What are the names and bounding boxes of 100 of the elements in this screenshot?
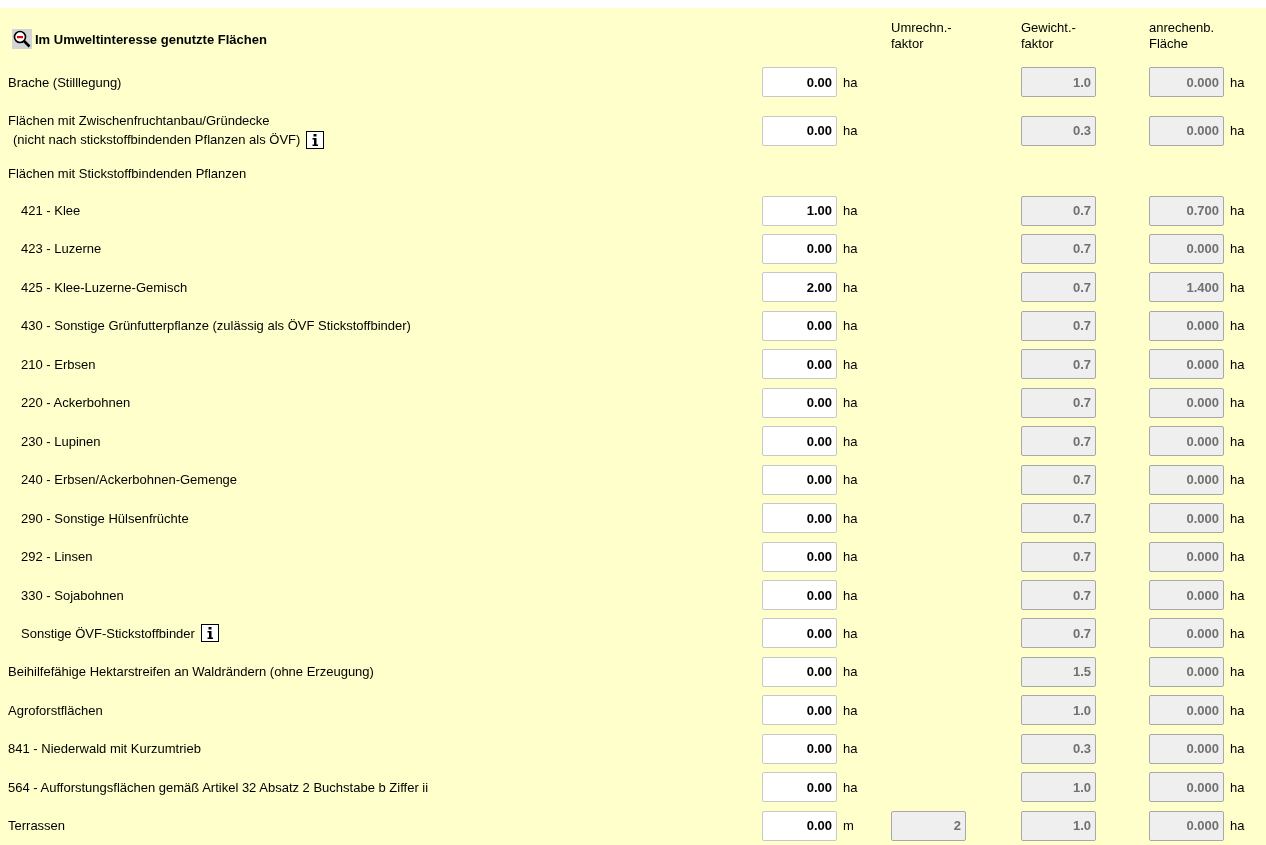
- input-field[interactable]: 0.00: [762, 618, 837, 649]
- weight-field[interactable]: 0.7: [1021, 541, 1096, 572]
- input-field[interactable]: 0.00: [762, 772, 837, 803]
- area-field[interactable]: 0.000: [1149, 349, 1224, 380]
- unit-label: ha: [842, 472, 859, 488]
- weight-field[interactable]: 0.7: [1021, 426, 1096, 457]
- input-field[interactable]: 0.00: [762, 810, 837, 841]
- unit-label: ha: [1229, 626, 1246, 641]
- unit-label: ha: [1229, 433, 1246, 449]
- unit-label: ha: [1229, 664, 1246, 680]
- area-field[interactable]: 0.000: [1149, 580, 1224, 611]
- area-field[interactable]: 0.000: [1149, 733, 1224, 764]
- area-field[interactable]: 0.000: [1149, 772, 1224, 803]
- row-label: 290 - Sonstige Hülsenfrüchte: [21, 510, 189, 526]
- unit-label: ha: [842, 74, 859, 90]
- weight-field[interactable]: 1.5: [1021, 656, 1096, 687]
- unit-label: ha: [842, 356, 859, 372]
- unit-label: ha: [1229, 123, 1246, 139]
- unit-label: ha: [842, 702, 859, 718]
- input-field[interactable]: 0.00: [762, 695, 837, 726]
- unit-label: ha: [1229, 741, 1246, 757]
- row-label: 841 - Niederwald mit Kurzumtrieb: [8, 741, 201, 757]
- unit-label: ha: [842, 318, 859, 334]
- input-field[interactable]: 0.00: [762, 580, 837, 611]
- unit-label: ha: [1229, 702, 1246, 718]
- input-field[interactable]: 0.00: [762, 464, 837, 495]
- weight-field[interactable]: 1.0: [1021, 772, 1096, 803]
- zoom-out-icon[interactable]: [12, 29, 32, 50]
- row-label: 425 - Klee-Luzerne-Gemisch: [21, 279, 188, 295]
- area-field[interactable]: 0.000: [1149, 464, 1224, 495]
- area-field[interactable]: 0.000: [1149, 67, 1224, 98]
- row-label: 292 - Linsen: [21, 549, 93, 565]
- row-label: Brache (Stilllegung): [8, 74, 122, 90]
- area-field[interactable]: 0.000: [1149, 426, 1224, 457]
- input-field[interactable]: 0.00: [762, 349, 837, 380]
- unit-label: ha: [1229, 356, 1246, 372]
- input-field[interactable]: 2.00: [762, 272, 837, 303]
- unit-label: ha: [842, 549, 859, 565]
- weight-field[interactable]: 0.7: [1021, 310, 1096, 341]
- input-field[interactable]: 0.00: [762, 541, 837, 572]
- input-field[interactable]: 0.00: [762, 233, 837, 264]
- weight-field[interactable]: 0.3: [1021, 115, 1096, 146]
- input-field[interactable]: 0.00: [762, 67, 837, 98]
- row-label: Terrassen: [8, 818, 66, 834]
- unit-label: ha: [1229, 241, 1246, 257]
- unit-label: ha: [1229, 74, 1246, 90]
- area-field[interactable]: 0.000: [1149, 541, 1224, 572]
- column-header: anrechenb. Fläche: [1149, 20, 1215, 51]
- unit-label: ha: [1229, 549, 1246, 565]
- weight-field[interactable]: 0.7: [1021, 464, 1096, 495]
- row-label: 330 - Sojabohnen: [21, 587, 124, 603]
- unit-label: ha: [842, 279, 859, 295]
- unit-label: ha: [1229, 395, 1246, 411]
- row-label: 430 - Sonstige Grünfutterpflanze (zulässig als ÖVF Stickstoffbinder): [21, 318, 411, 334]
- area-field[interactable]: 0.000: [1149, 656, 1224, 687]
- input-field[interactable]: 0.00: [762, 310, 837, 341]
- column-header: Umrechn.- faktor: [891, 20, 952, 51]
- weight-field[interactable]: 0.7: [1021, 580, 1096, 611]
- area-field[interactable]: 0.000: [1149, 695, 1224, 726]
- input-field[interactable]: 0.00: [762, 115, 837, 146]
- input-field[interactable]: 1.00: [762, 195, 837, 226]
- weight-field[interactable]: 0.3: [1021, 733, 1096, 764]
- unit-label: ha: [1229, 472, 1246, 488]
- row-label: 230 - Lupinen: [21, 433, 101, 449]
- input-field[interactable]: 0.00: [762, 733, 837, 764]
- area-field[interactable]: 0.000: [1149, 503, 1224, 534]
- unit-label: ha: [842, 241, 859, 257]
- conversion-field[interactable]: 2: [891, 810, 966, 841]
- row-label: 421 - Klee: [21, 203, 81, 218]
- weight-field[interactable]: 1.0: [1021, 810, 1096, 841]
- info-icon[interactable]: [306, 130, 325, 149]
- area-field[interactable]: 0.000: [1149, 310, 1224, 341]
- weight-field[interactable]: 0.7: [1021, 387, 1096, 418]
- unit-label: ha: [1229, 818, 1246, 834]
- area-field[interactable]: 0.000: [1149, 618, 1224, 649]
- area-field[interactable]: 0.000: [1149, 115, 1224, 146]
- weight-field[interactable]: 0.7: [1021, 503, 1096, 534]
- weight-field[interactable]: 0.7: [1021, 349, 1096, 380]
- info-icon[interactable]: [200, 624, 219, 643]
- input-field[interactable]: 0.00: [762, 387, 837, 418]
- input-field[interactable]: 0.00: [762, 426, 837, 457]
- weight-field[interactable]: 0.7: [1021, 618, 1096, 649]
- area-field[interactable]: 1.400: [1149, 272, 1224, 303]
- area-field[interactable]: 0.000: [1149, 810, 1224, 841]
- unit-label: ha: [842, 395, 859, 411]
- weight-field[interactable]: 0.7: [1021, 195, 1096, 226]
- input-field[interactable]: 0.00: [762, 503, 837, 534]
- row-label: Flächen mit Zwischenfruchtanbau/Gründecke: [8, 112, 270, 128]
- row-label: 564 - Aufforstungsflächen gemäß Artikel 32 Absatz 2 Buchstabe b Ziffer ii: [8, 779, 429, 795]
- unit-label: ha: [1229, 587, 1246, 603]
- area-field[interactable]: 0.000: [1149, 387, 1224, 418]
- area-field[interactable]: 0.700: [1149, 195, 1224, 226]
- weight-field[interactable]: 0.7: [1021, 233, 1096, 264]
- weight-field[interactable]: 0.7: [1021, 272, 1096, 303]
- input-field[interactable]: 0.00: [762, 656, 837, 687]
- row-label: 220 - Ackerbohnen: [21, 395, 131, 411]
- unit-label: ha: [842, 433, 859, 449]
- weight-field[interactable]: 1.0: [1021, 67, 1096, 98]
- weight-field[interactable]: 1.0: [1021, 695, 1096, 726]
- area-field[interactable]: 0.000: [1149, 233, 1224, 264]
